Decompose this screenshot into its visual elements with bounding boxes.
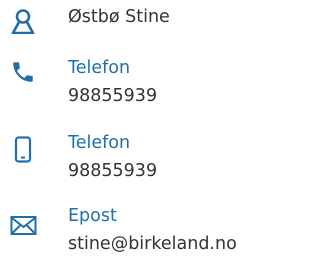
contact-name: Østbø Stine bbox=[68, 7, 170, 27]
envelope-icon bbox=[10, 215, 37, 241]
mobile-phone-icon bbox=[10, 136, 36, 163]
phone-label: Telefon bbox=[68, 58, 131, 78]
person-icon bbox=[10, 8, 36, 34]
mobile-label: Telefon bbox=[68, 133, 131, 153]
mobile-number-link[interactable]: 98855939 bbox=[68, 160, 157, 183]
phone-number-link[interactable]: 98855939 bbox=[68, 85, 157, 108]
phone-icon bbox=[10, 59, 36, 85]
email-address-link[interactable]: stine@birkeland.no bbox=[68, 233, 237, 256]
email-label: Epost bbox=[68, 206, 117, 226]
